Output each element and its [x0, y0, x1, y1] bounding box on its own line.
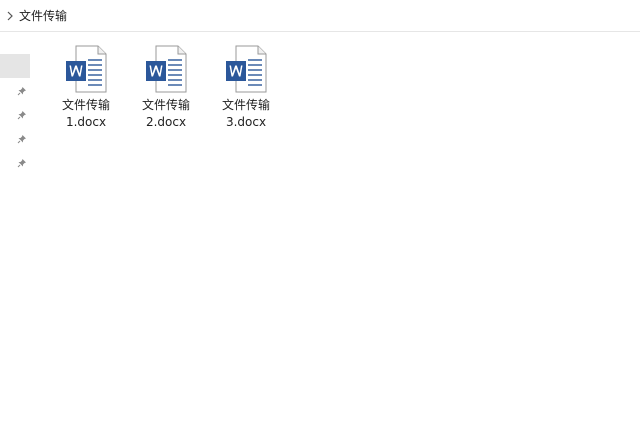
navigation-pane: [0, 32, 30, 426]
breadcrumb-folder[interactable]: 文件传输: [19, 7, 67, 24]
pin-icon[interactable]: [15, 132, 29, 146]
file-item[interactable]: 文件传输 2.docx: [128, 44, 204, 131]
file-item[interactable]: 文件传输 1.docx: [48, 44, 124, 131]
address-bar[interactable]: 文件传输: [0, 0, 640, 32]
word-document-icon: [66, 45, 107, 93]
file-explorer-window: 文件传输 文件传输 1.docx 文件传输 2.docx 文件传输 3.docx: [0, 0, 640, 426]
word-document-icon: [146, 45, 187, 93]
pin-icon[interactable]: [15, 108, 29, 122]
pin-icon[interactable]: [15, 156, 29, 170]
file-item[interactable]: 文件传输 3.docx: [208, 44, 284, 131]
nav-item-selected[interactable]: [0, 54, 30, 78]
pin-icon[interactable]: [15, 84, 29, 98]
file-name: 文件传输 1.docx: [61, 98, 110, 129]
file-name: 文件传输 2.docx: [141, 98, 190, 129]
chevron-right-icon[interactable]: [3, 11, 17, 21]
word-document-icon: [226, 45, 267, 93]
file-name: 文件传输 3.docx: [221, 98, 270, 129]
